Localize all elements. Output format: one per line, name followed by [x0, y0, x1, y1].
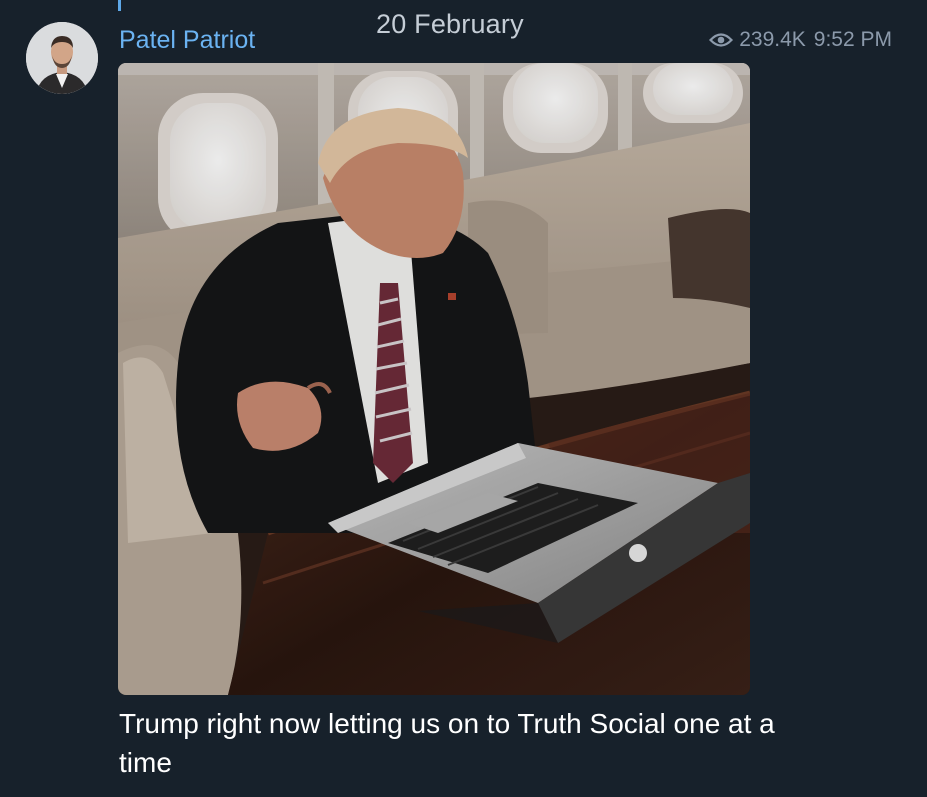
previous-message-reply-bar: [118, 0, 121, 11]
view-count: 239.4K: [739, 28, 806, 51]
photo-image: [118, 63, 750, 695]
eye-icon: [709, 32, 734, 48]
sender-name[interactable]: Patel Patriot: [119, 26, 255, 55]
message-caption: Trump right now letting us on to Truth S…: [119, 708, 775, 778]
avatar[interactable]: [26, 22, 98, 94]
avatar-image: [26, 22, 98, 94]
message-time: 9:52 PM: [813, 28, 892, 51]
message-meta: 239.4K 9:52 PM: [709, 28, 892, 52]
message-photo[interactable]: [118, 63, 750, 695]
date-separator: 20 February: [376, 9, 524, 39]
